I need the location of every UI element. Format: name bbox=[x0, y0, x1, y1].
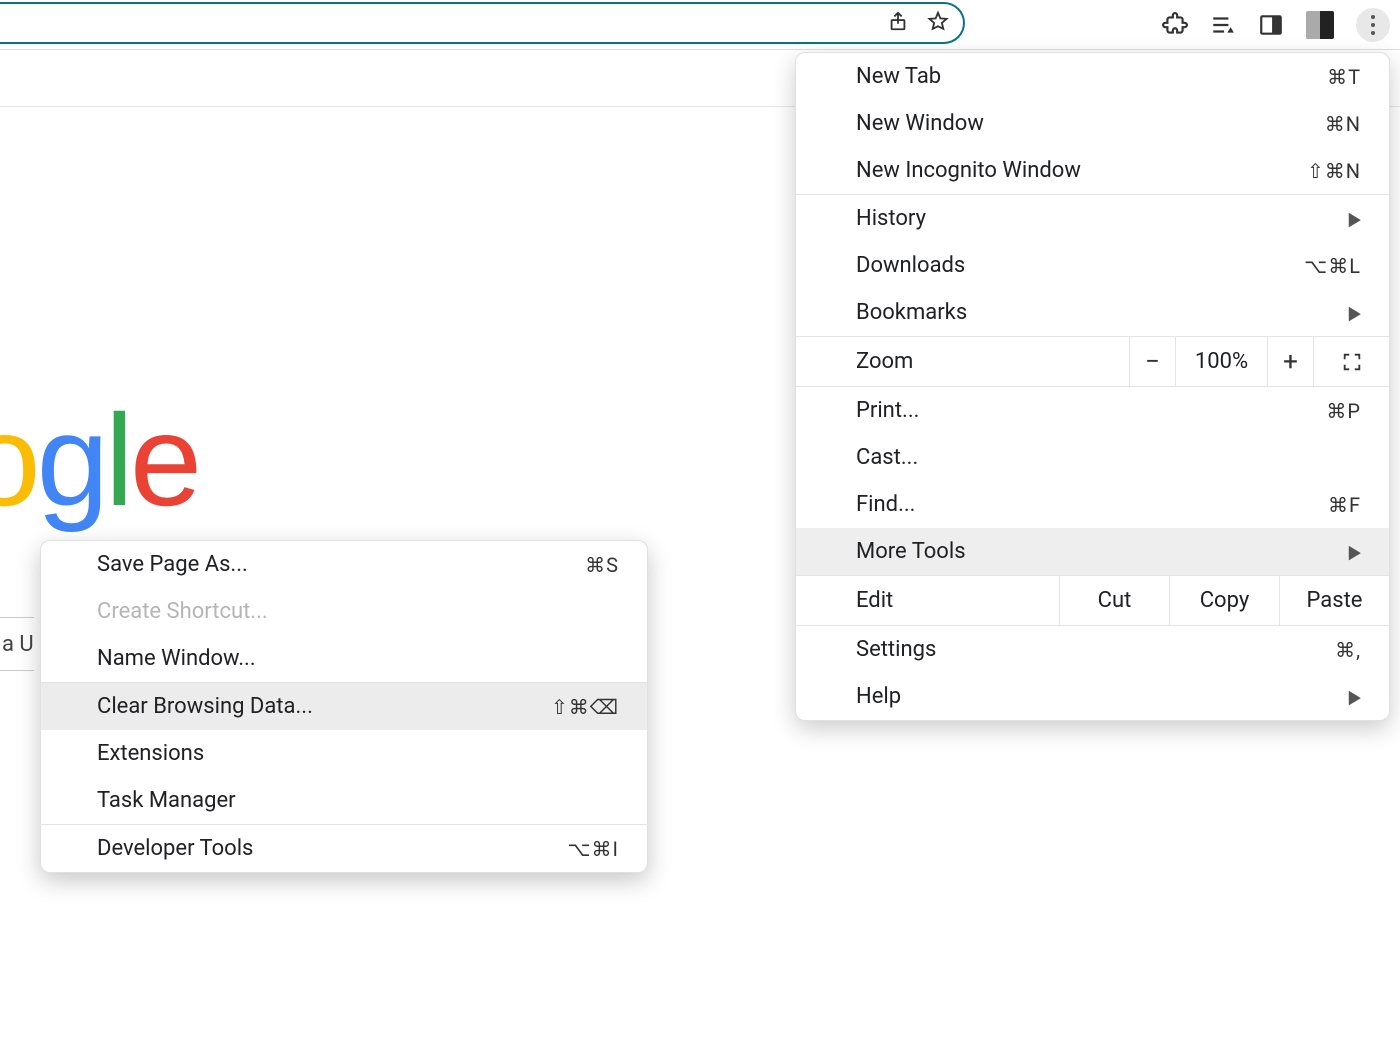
submenu-save-page[interactable]: Save Page As... ⌘S bbox=[41, 541, 647, 588]
menu-item-label: Save Page As... bbox=[97, 552, 248, 577]
menu-item-label: New Tab bbox=[856, 64, 941, 89]
menu-new-incognito[interactable]: New Incognito Window ⇧⌘N bbox=[796, 147, 1389, 194]
edit-copy-button[interactable]: Copy bbox=[1169, 576, 1279, 625]
menu-new-window[interactable]: New Window ⌘N bbox=[796, 100, 1389, 147]
menu-bookmarks[interactable]: Bookmarks ▶ bbox=[796, 289, 1389, 336]
fullscreen-button[interactable] bbox=[1313, 337, 1389, 386]
menu-shortcut: ⌘S bbox=[585, 553, 619, 577]
menu-item-label: Help bbox=[856, 684, 901, 709]
menu-item-label: History bbox=[856, 206, 926, 231]
menu-item-label: Cast... bbox=[856, 445, 918, 470]
menu-edit-row: Edit Cut Copy Paste bbox=[796, 575, 1389, 626]
search-hint: a U bbox=[0, 617, 34, 671]
menu-shortcut: ⌘N bbox=[1325, 112, 1361, 136]
menu-shortcut: ⌥⌘L bbox=[1304, 254, 1361, 278]
menu-item-label: Downloads bbox=[856, 253, 965, 278]
submenu-clear-browsing-data[interactable]: Clear Browsing Data... ⇧⌘⌫ bbox=[41, 683, 647, 730]
side-panel-icon[interactable] bbox=[1258, 12, 1284, 38]
menu-item-label: Find... bbox=[856, 492, 915, 517]
reading-list-icon[interactable] bbox=[1210, 12, 1236, 38]
menu-shortcut: ⌘T bbox=[1327, 65, 1361, 89]
menu-item-label: Create Shortcut... bbox=[97, 599, 268, 624]
chevron-right-icon: ▶ bbox=[1349, 301, 1361, 324]
edit-paste-button[interactable]: Paste bbox=[1279, 576, 1389, 625]
menu-downloads[interactable]: Downloads ⌥⌘L bbox=[796, 242, 1389, 289]
menu-item-label: More Tools bbox=[856, 539, 966, 564]
chevron-right-icon: ▶ bbox=[1349, 207, 1361, 230]
menu-button[interactable] bbox=[1356, 8, 1390, 42]
more-tools-submenu: Save Page As... ⌘S Create Shortcut... Na… bbox=[40, 540, 648, 873]
submenu-task-manager[interactable]: Task Manager bbox=[41, 777, 647, 824]
chevron-right-icon: ▶ bbox=[1349, 540, 1361, 563]
menu-print[interactable]: Print... ⌘P bbox=[796, 387, 1389, 434]
menu-zoom-row: Zoom − 100% + bbox=[796, 336, 1389, 387]
main-menu: New Tab ⌘T New Window ⌘N New Incognito W… bbox=[795, 52, 1390, 721]
menu-item-label: New Incognito Window bbox=[856, 158, 1081, 183]
menu-item-label: Developer Tools bbox=[97, 836, 253, 861]
menu-item-label: Edit bbox=[796, 576, 1059, 625]
menu-shortcut: ⌘F bbox=[1328, 493, 1361, 517]
extensions-icon[interactable] bbox=[1162, 12, 1188, 38]
menu-shortcut: ⇧⌘N bbox=[1307, 159, 1361, 183]
menu-find[interactable]: Find... ⌘F bbox=[796, 481, 1389, 528]
menu-settings[interactable]: Settings ⌘, bbox=[796, 626, 1389, 673]
menu-item-label: Print... bbox=[856, 398, 919, 423]
menu-item-label: Settings bbox=[856, 637, 936, 662]
submenu-developer-tools[interactable]: Developer Tools ⌥⌘I bbox=[41, 825, 647, 872]
menu-item-label: Name Window... bbox=[97, 646, 256, 671]
menu-history[interactable]: History ▶ bbox=[796, 195, 1389, 242]
chevron-right-icon: ▶ bbox=[1349, 685, 1361, 708]
menu-help[interactable]: Help ▶ bbox=[796, 673, 1389, 720]
submenu-extensions[interactable]: Extensions bbox=[41, 730, 647, 777]
edit-cut-button[interactable]: Cut bbox=[1059, 576, 1169, 625]
menu-shortcut: ⌘, bbox=[1335, 638, 1361, 662]
menu-shortcut: ⌥⌘I bbox=[568, 837, 620, 861]
menu-more-tools[interactable]: More Tools ▶ bbox=[796, 528, 1389, 575]
profile-avatar[interactable] bbox=[1306, 11, 1334, 39]
menu-shortcut: ⇧⌘⌫ bbox=[551, 695, 619, 719]
menu-shortcut: ⌘P bbox=[1326, 399, 1361, 423]
menu-item-label: Bookmarks bbox=[856, 300, 967, 325]
browser-toolbar bbox=[0, 0, 1400, 50]
menu-item-label: Clear Browsing Data... bbox=[97, 694, 313, 719]
zoom-in-button[interactable]: + bbox=[1267, 337, 1313, 386]
zoom-out-button[interactable]: − bbox=[1129, 337, 1175, 386]
menu-item-label: New Window bbox=[856, 111, 984, 136]
google-logo: oogle bbox=[0, 385, 198, 535]
submenu-create-shortcut: Create Shortcut... bbox=[41, 588, 647, 635]
menu-item-label: Extensions bbox=[97, 741, 204, 766]
submenu-name-window[interactable]: Name Window... bbox=[41, 635, 647, 682]
zoom-value: 100% bbox=[1175, 337, 1267, 386]
menu-new-tab[interactable]: New Tab ⌘T bbox=[796, 53, 1389, 100]
menu-item-label: Task Manager bbox=[97, 788, 236, 813]
menu-cast[interactable]: Cast... bbox=[796, 434, 1389, 481]
menu-item-label: Zoom bbox=[796, 337, 1129, 386]
